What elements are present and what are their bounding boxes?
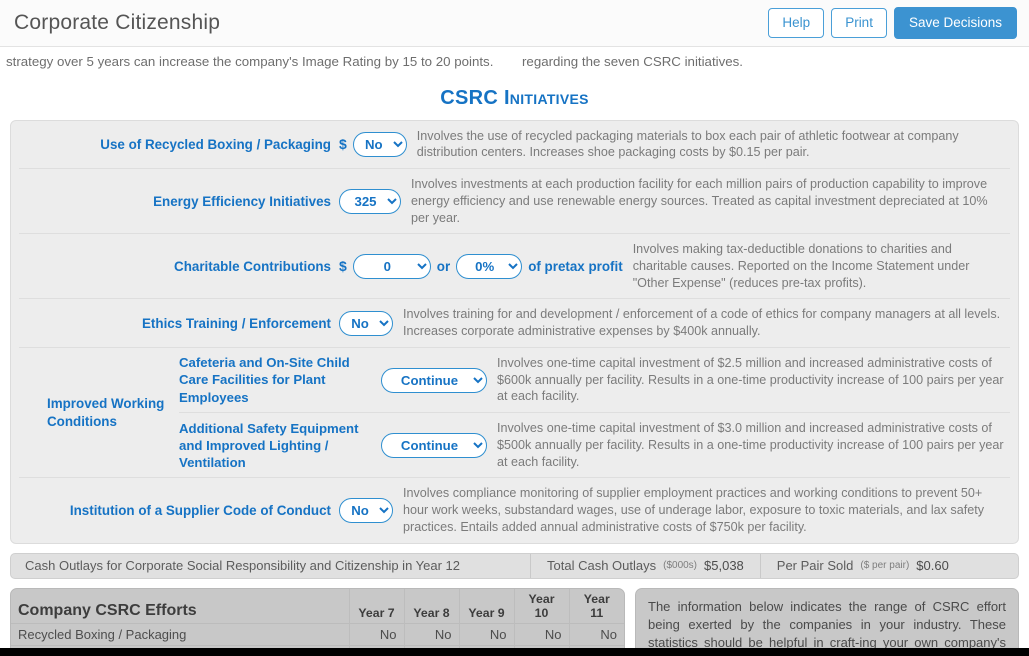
cell-value: No bbox=[513, 622, 569, 646]
initiative-row-charitable-contributions: Charitable Contributions $ 0 or 0% of pr… bbox=[19, 234, 1010, 300]
column-header-year-8: Year 8 bbox=[403, 588, 459, 624]
initiative-label: Institution of a Supplier Code of Conduc… bbox=[69, 502, 331, 518]
initiative-label: Energy Efficiency Initiatives bbox=[153, 193, 331, 209]
cafeteria-childcare-select[interactable]: Continue bbox=[381, 367, 487, 393]
cell-value: No bbox=[348, 622, 404, 646]
intro-right-column: regarding the seven CSRC initiatives. bbox=[522, 54, 743, 69]
initiative-controls: Continue bbox=[377, 363, 487, 398]
industry-info-column: The information below indicates the rang… bbox=[635, 587, 1019, 656]
viewport-bottom-edge bbox=[0, 648, 1029, 656]
initiative-description: Involves one-time capital investment of … bbox=[497, 355, 1004, 404]
header-actions: Help Print Save Decisions bbox=[768, 7, 1017, 39]
column-header-year-9: Year 9 bbox=[458, 588, 514, 624]
total-cash-outlays-unit: ($000s) bbox=[663, 560, 698, 572]
recycled-boxing-select[interactable]: No bbox=[352, 131, 407, 157]
initiative-description: Involves compliance monitoring of suppli… bbox=[403, 486, 985, 534]
initiative-controls: Continue bbox=[377, 428, 487, 463]
summary-title: Cash Outlays for Corporate Social Respon… bbox=[25, 558, 461, 574]
per-pair-sold-value: $0.60 bbox=[916, 558, 949, 574]
row-label-recycled-boxing: Recycled Boxing / Packaging bbox=[11, 622, 349, 646]
section-title: CSRC Initiatives bbox=[440, 86, 589, 109]
or-label: or bbox=[436, 258, 451, 274]
csrc-initiatives-panel: Use of Recycled Boxing / Packaging $ No … bbox=[10, 119, 1019, 544]
per-pair-sold-label: Per Pair Sold bbox=[776, 558, 854, 574]
initiative-label: Use of Recycled Boxing / Packaging bbox=[100, 136, 331, 152]
initiative-label: Ethics Training / Enforcement bbox=[142, 315, 331, 331]
table-header-row: Company CSRC Efforts Year 7 Year 8 Year … bbox=[11, 588, 624, 624]
intro-text: strategy over 5 years can increase the c… bbox=[0, 47, 1029, 73]
cash-outlays-summary-bar: Cash Outlays for Corporate Social Respon… bbox=[10, 552, 1019, 579]
cell-value: No bbox=[458, 622, 514, 646]
energy-efficiency-select[interactable]: 325 bbox=[339, 188, 401, 214]
initiative-description: Involves investments at each production … bbox=[411, 177, 988, 225]
group-rows: Cafeteria and On-Site Child Care Facilit… bbox=[179, 348, 1010, 477]
help-button[interactable]: Help bbox=[768, 8, 825, 38]
column-header-year-10: Year 10 bbox=[513, 588, 569, 624]
working-condition-row-cafeteria: Cafeteria and On-Site Child Care Facilit… bbox=[179, 348, 1010, 414]
save-decisions-button[interactable]: Save Decisions bbox=[893, 7, 1017, 39]
initiative-row-recycled-boxing: Use of Recycled Boxing / Packaging $ No … bbox=[19, 121, 1010, 170]
sub-initiative-label: Additional Safety Equipment and Improved… bbox=[179, 420, 359, 470]
initiative-controls: $ 0 or 0% of pretax profit bbox=[335, 249, 623, 284]
intro-left-column: strategy over 5 years can increase the c… bbox=[6, 54, 494, 69]
industry-info-note: The information below indicates the rang… bbox=[635, 587, 1019, 656]
cell-value: No bbox=[568, 622, 624, 646]
charitable-percent-select[interactable]: 0% bbox=[456, 253, 523, 279]
per-pair-sold-cell: Per Pair Sold ($ per pair) $0.60 bbox=[759, 553, 965, 578]
initiative-description: Involves one-time capital investment of … bbox=[497, 421, 1004, 469]
pretax-profit-label: of pretax profit bbox=[528, 258, 623, 274]
column-header-year-7: Year 7 bbox=[348, 588, 404, 624]
safety-equipment-select[interactable]: Continue bbox=[381, 432, 487, 458]
bottom-section: Company CSRC Efforts Year 7 Year 8 Year … bbox=[10, 587, 1019, 656]
improved-working-conditions-group: Improved Working Conditions Cafeteria an… bbox=[19, 348, 1010, 479]
row-label-text: Recycled Boxing / Packaging bbox=[18, 626, 187, 642]
working-condition-row-safety-equipment: Additional Safety Equipment and Improved… bbox=[179, 413, 1010, 477]
initiative-row-ethics-training: Ethics Training / Enforcement No Involve… bbox=[19, 299, 1010, 348]
per-pair-sold-unit: ($ per pair) bbox=[860, 560, 910, 572]
dollar-sign: $ bbox=[339, 258, 347, 275]
sub-initiative-label: Cafeteria and On-Site Child Care Facilit… bbox=[179, 355, 350, 405]
dollar-sign: $ bbox=[339, 136, 347, 153]
page-title: Corporate Citizenship bbox=[14, 11, 221, 34]
company-csrc-efforts-table: Company CSRC Efforts Year 7 Year 8 Year … bbox=[11, 588, 624, 656]
total-cash-outlays-cell: Total Cash Outlays ($000s) $5,038 bbox=[530, 553, 760, 578]
initiative-row-supplier-code: Institution of a Supplier Code of Conduc… bbox=[19, 478, 1010, 542]
initiative-description: Involves making tax-deductible donations… bbox=[632, 242, 970, 290]
efforts-table-title: Company CSRC Efforts bbox=[18, 601, 197, 619]
app-header: Corporate Citizenship Help Print Save De… bbox=[0, 0, 1029, 47]
column-header-year-11: Year 11 bbox=[568, 588, 624, 624]
group-label: Improved Working Conditions bbox=[47, 396, 165, 429]
initiative-label: Charitable Contributions bbox=[174, 258, 331, 274]
initiative-description: Involves the use of recycled packaging m… bbox=[416, 128, 959, 160]
initiative-description: Involves training for and development / … bbox=[403, 307, 1001, 339]
company-csrc-efforts-card: Company CSRC Efforts Year 7 Year 8 Year … bbox=[10, 587, 625, 656]
ethics-training-select[interactable]: No bbox=[339, 310, 393, 336]
initiative-controls: $ No bbox=[335, 127, 407, 162]
print-button[interactable]: Print bbox=[831, 8, 887, 38]
initiative-controls: No bbox=[335, 306, 393, 341]
supplier-code-select[interactable]: No bbox=[339, 497, 393, 523]
cell-value: No bbox=[403, 622, 459, 646]
total-cash-outlays-label: Total Cash Outlays bbox=[547, 558, 657, 574]
corporate-citizenship-page: Corporate Citizenship Help Print Save De… bbox=[0, 0, 1029, 656]
total-cash-outlays-value: $5,038 bbox=[704, 558, 744, 574]
initiative-controls: No bbox=[335, 493, 393, 528]
charitable-amount-select[interactable]: 0 bbox=[352, 253, 431, 279]
table-row: Recycled Boxing / Packaging No No No No … bbox=[11, 622, 624, 646]
initiative-controls: 325 bbox=[335, 184, 401, 219]
initiative-row-energy-efficiency: Energy Efficiency Initiatives 325 Involv… bbox=[19, 169, 1010, 235]
